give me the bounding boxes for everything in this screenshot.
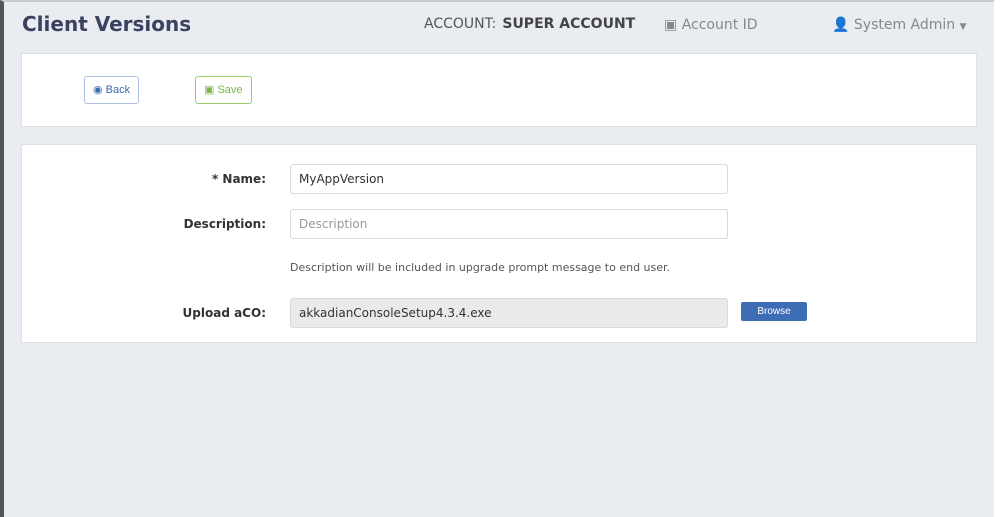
page-title: Client Versions	[22, 12, 192, 36]
name-input[interactable]: MyAppVersion	[290, 164, 728, 194]
copy-icon: ▣	[664, 17, 682, 33]
browse-button[interactable]: Browse	[741, 302, 807, 321]
save-label: Save	[217, 84, 243, 96]
back-label: Back	[105, 84, 131, 96]
account-label: ACCOUNT:	[424, 16, 497, 32]
back-button[interactable]: ◉ Back	[84, 76, 140, 104]
save-button[interactable]: ▣ Save	[195, 76, 252, 104]
form-panel: * Name: MyAppVersion Description: Descri…	[21, 144, 977, 343]
description-input[interactable]: Description	[290, 209, 728, 239]
description-help-text: Description will be included in upgrade …	[290, 261, 671, 274]
upload-label: Upload aCO:	[182, 306, 266, 320]
caret-down-icon: ▼	[959, 22, 967, 32]
name-label: * Name:	[211, 172, 266, 186]
arrow-circle-left-icon: ◉	[93, 84, 103, 96]
app-frame: Client Versions ACCOUNT: SUPER ACCOUNT ▣ …	[0, 0, 994, 517]
user-icon: 👤	[832, 17, 850, 33]
account-indicator: ACCOUNT: SUPER ACCOUNT	[424, 16, 635, 32]
account-id-link[interactable]: ▣ Account ID	[664, 17, 758, 33]
user-name: System Admin	[853, 17, 956, 33]
account-name: SUPER ACCOUNT	[502, 16, 636, 32]
user-menu[interactable]: 👤 System Admin ▼	[832, 17, 967, 33]
floppy-disk-icon: ▣	[204, 84, 215, 96]
description-label: Description:	[183, 217, 266, 231]
toolbar-panel: ◉ Back ▣ Save	[21, 53, 977, 127]
account-id-label: Account ID	[681, 17, 758, 33]
upload-file-field: akkadianConsoleSetup4.3.4.exe	[290, 298, 728, 328]
